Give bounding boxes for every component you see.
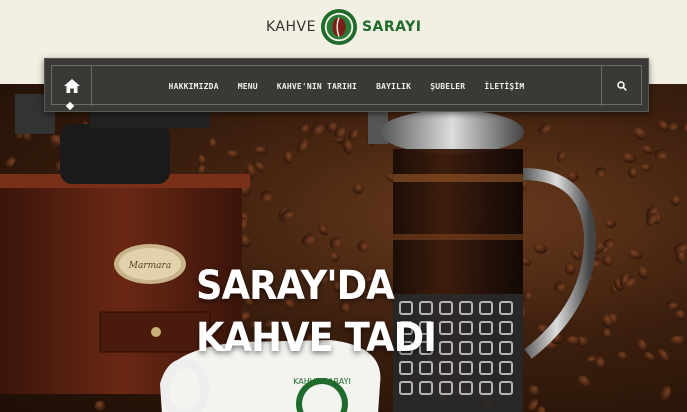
search-icon (616, 81, 627, 91)
french-press-image (368, 104, 597, 412)
nav-item-iletisim[interactable]: İLETİŞİM (484, 82, 524, 91)
coffee-emblem-icon (320, 8, 358, 46)
nav-item-kahvenin-tarihi[interactable]: KAHVE'NIN TARIHI (277, 82, 357, 91)
headline-line-1: SARAY'DA (196, 263, 395, 309)
brand-logo[interactable]: KAHVE SARAYI (266, 7, 422, 47)
home-icon (63, 79, 80, 93)
nav-item-subeler[interactable]: ŞUBELER (430, 82, 465, 91)
logo-text-kahve: KAHVE (266, 19, 316, 35)
nav-item-hakkimizda[interactable]: HAKKIMIZDA (169, 82, 219, 91)
nav-inner-frame: HAKKIMIZDA MENU KAHVE'NIN TARIHI BAYILIK… (51, 65, 642, 106)
search-button[interactable] (601, 66, 641, 106)
headline-line-2: KAHVE TADI (196, 315, 437, 361)
nav-menu: HAKKIMIZDA MENU KAHVE'NIN TARIHI BAYILIK… (52, 66, 641, 106)
nav-item-menu[interactable]: MENU (238, 82, 258, 91)
logo-text-sarayi: SARAYI (361, 19, 422, 35)
hero-headline: SARAY'DA KAHVE TADI (196, 260, 437, 364)
home-button[interactable] (52, 66, 92, 106)
grinder-badge-text: Marmara (128, 261, 171, 271)
hero-banner: Marmara KAHVE SARAYI SARAY'DA KAHVE TADI (0, 84, 687, 412)
nav-item-bayilik[interactable]: BAYILIK (376, 82, 411, 91)
cup-label-text: KAHVE SARAYI (293, 377, 351, 386)
main-navigation: HAKKIMIZDA MENU KAHVE'NIN TARIHI BAYILIK… (44, 58, 649, 112)
